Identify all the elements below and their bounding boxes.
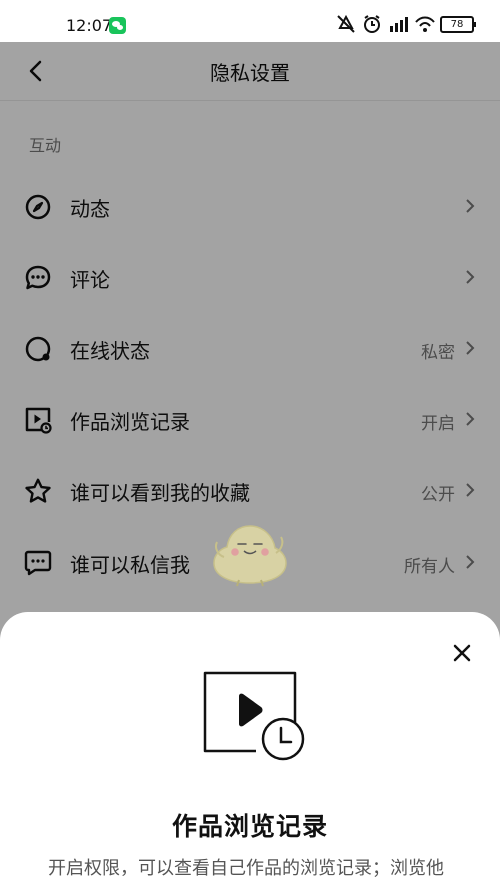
wifi-icon [414,14,435,34]
signal-icon [388,14,408,34]
feature-info-sheet: 作品浏览记录 开启权限，可以查看自己作品的浏览记录；浏览他 [0,612,500,888]
battery-icon: 78 [440,15,476,33]
status-time: 12:07 [66,16,113,35]
video-history-illustration-icon [203,671,305,761]
sheet-description: 开启权限，可以查看自己作品的浏览记录；浏览他 [48,858,444,879]
mascot-sticker-icon [213,525,287,587]
sheet-title: 作品浏览记录 [171,812,328,841]
status-bar: 12:07 78 [0,0,500,42]
status-icons: 78 [336,14,476,34]
wechat-icon [109,17,126,34]
mute-icon [336,14,356,34]
alarm-icon [362,14,382,34]
close-icon[interactable] [452,643,472,663]
